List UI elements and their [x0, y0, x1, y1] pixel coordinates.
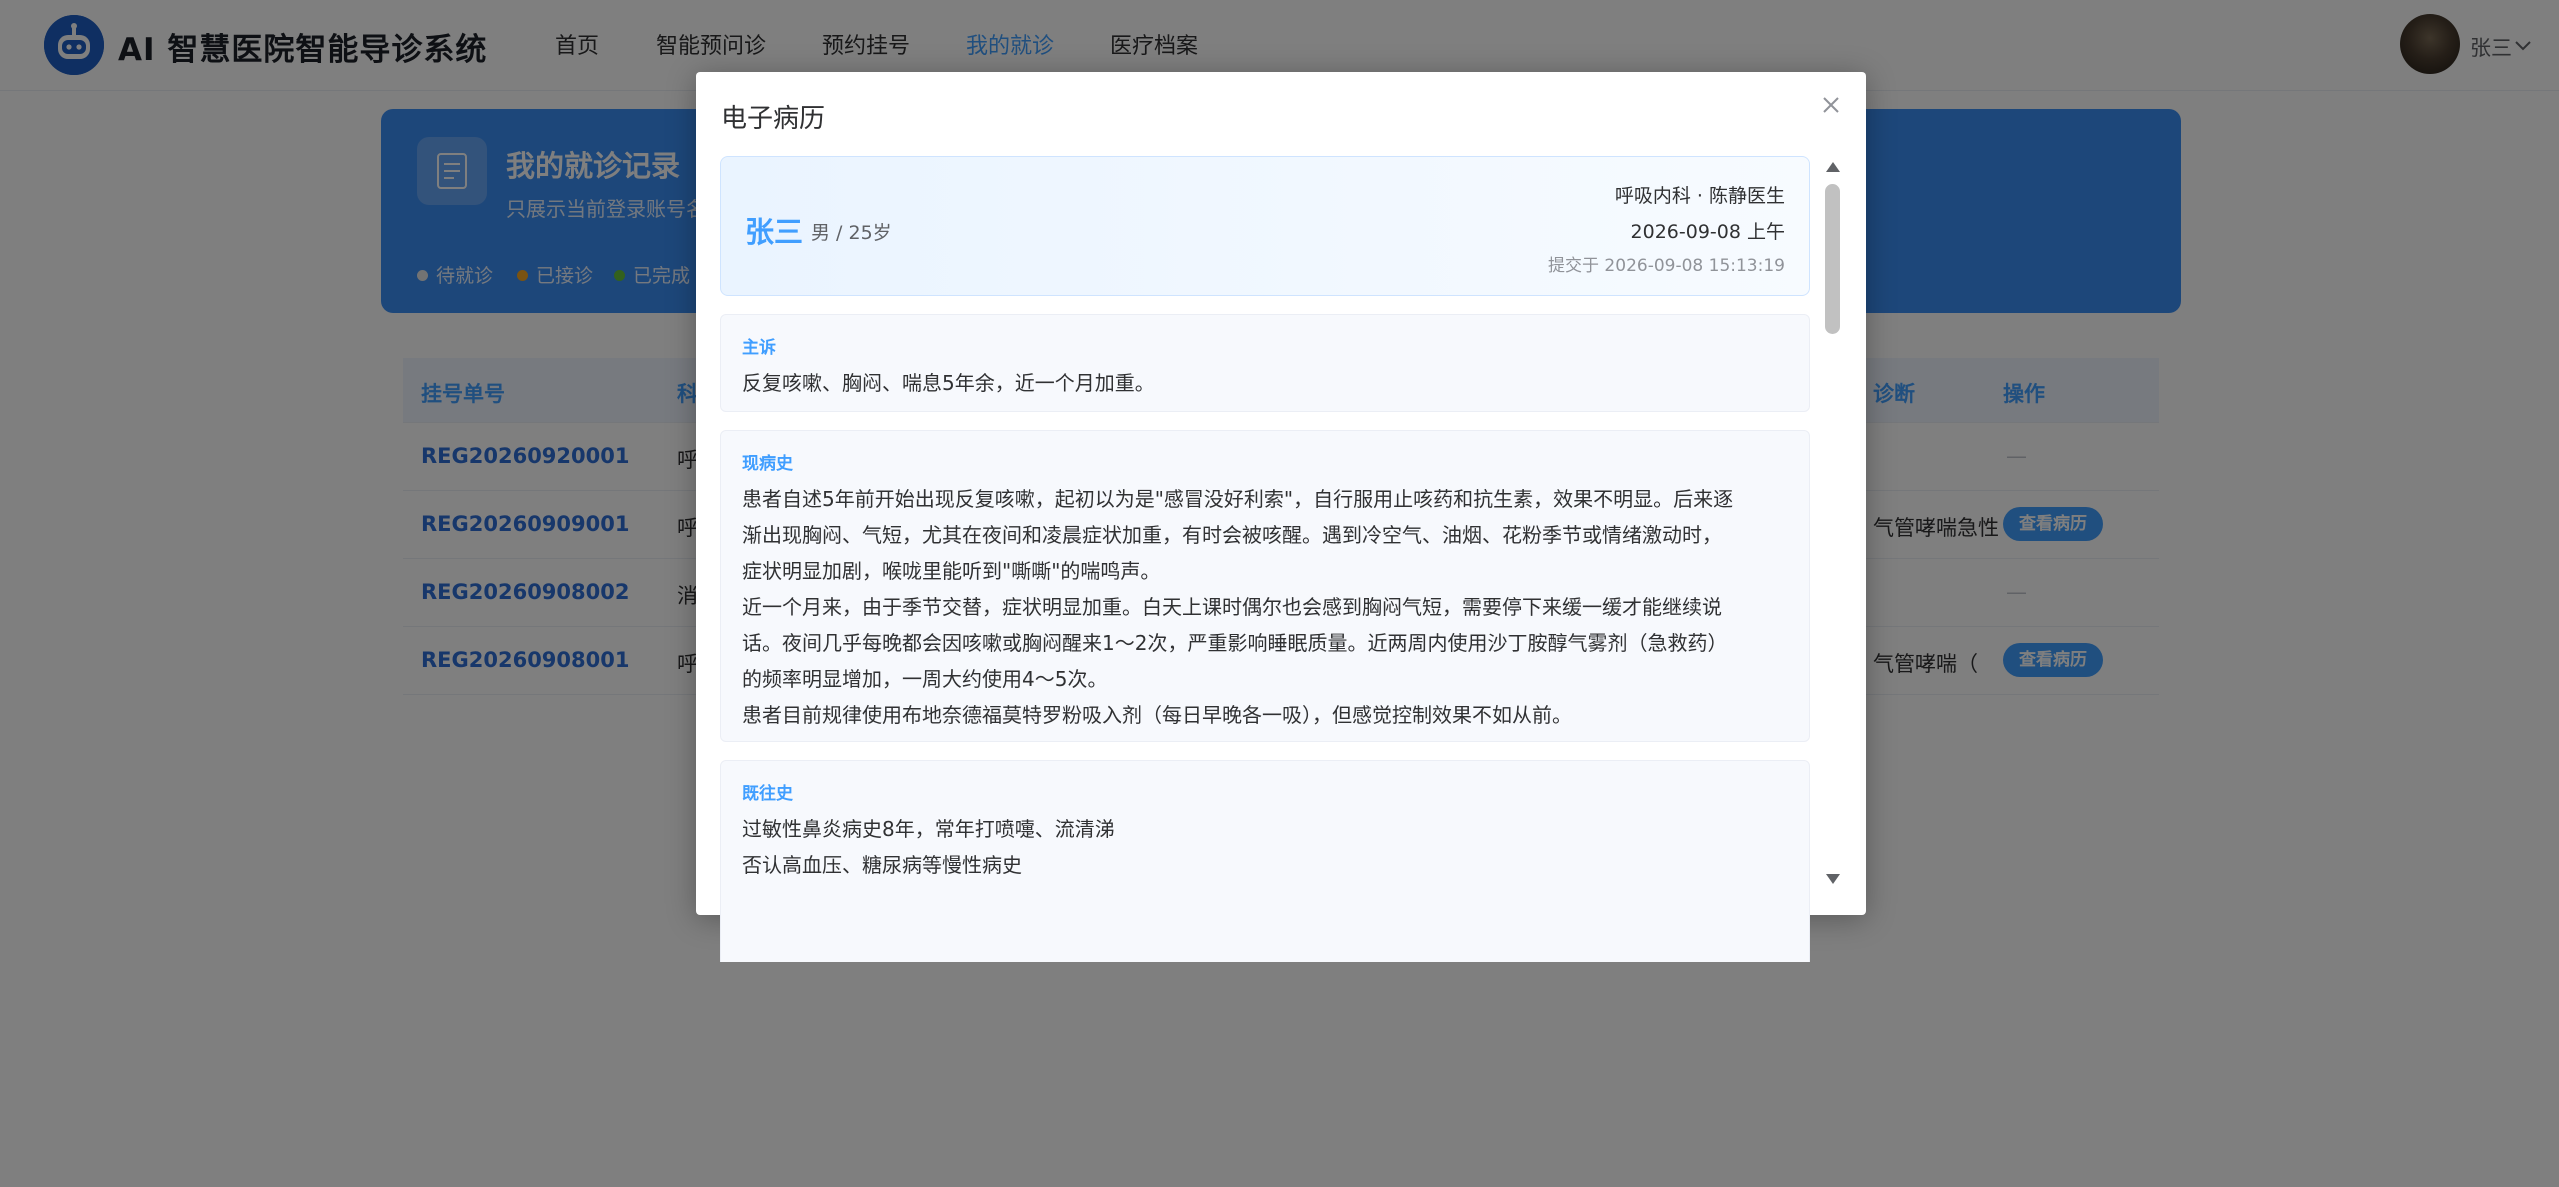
text-line: 反复咳嗽、胸闷、喘息5年余，近一个月加重。 — [742, 371, 1155, 395]
close-icon[interactable] — [1818, 92, 1844, 118]
text-line: 渐出现胸闷、气短，尤其在夜间和凌晨症状加重，有时会被咳醒。遇到冷空气、油烟、花粉… — [742, 523, 1722, 547]
patient-gender-age: 男 / 25岁 — [811, 222, 892, 244]
scrollbar-thumb[interactable] — [1825, 184, 1840, 334]
section-title: 主诉 — [742, 338, 776, 358]
section-content: 过敏性鼻炎病史8年，常年打喷嚏、流清涕 否认高血压、糖尿病等慢性病史 — [742, 811, 1792, 883]
section-content: 反复咳嗽、胸闷、喘息5年余，近一个月加重。 — [742, 365, 1792, 401]
section-present-illness: 现病史 患者自述5年前开始出现反复咳嗽，起初以为是"感冒没好利索"，自行服用止咳… — [720, 430, 1810, 742]
text-line: 症状明显加剧，喉咙里能听到"嘶嘶"的喘鸣声。 — [742, 559, 1161, 583]
text-line: 否认高血压、糖尿病等慢性病史 — [742, 853, 1022, 877]
dialog-body[interactable]: 张三 男 / 25岁 呼吸内科 · 陈静医生 2026-09-08 上午 提交于… — [720, 156, 1810, 962]
text-line: 话。夜间几乎每晚都会因咳嗽或胸闷醒来1～2次，严重影响睡眠质量。近两周内使用沙丁… — [742, 631, 1728, 655]
patient-card: 张三 男 / 25岁 呼吸内科 · 陈静医生 2026-09-08 上午 提交于… — [720, 156, 1810, 296]
scroll-down-arrow-icon[interactable] — [1824, 872, 1842, 886]
submit-time: 提交于 2026-09-08 15:13:19 — [1548, 256, 1785, 276]
text-line: 患者自述5年前开始出现反复咳嗽，起初以为是"感冒没好利索"，自行服用止咳药和抗生… — [742, 487, 1734, 511]
section-title: 现病史 — [742, 454, 793, 474]
visit-date: 2026-09-08 上午 — [1630, 221, 1785, 243]
medical-record-dialog: 电子病历 张三 男 / 25岁 呼吸内科 · 陈静医生 2026-09-08 上… — [696, 72, 1866, 962]
section-title: 既往史 — [742, 784, 793, 804]
text-line: 过敏性鼻炎病史8年，常年打喷嚏、流清涕 — [742, 817, 1115, 841]
dialog-title: 电子病历 — [721, 104, 826, 134]
section-past-history: 既往史 过敏性鼻炎病史8年，常年打喷嚏、流清涕 否认高血压、糖尿病等慢性病史 — [720, 760, 1810, 962]
text-line: 近一个月来，由于季节交替，症状明显加重。白天上课时偶尔也会感到胸闷气短，需要停下… — [742, 595, 1722, 619]
text-line: 患者目前规律使用布地奈德福莫特罗粉吸入剂（每日早晚各一吸），但感觉控制效果不如从… — [742, 703, 1572, 727]
patient-name: 张三 — [745, 215, 804, 249]
scroll-up-arrow-icon[interactable] — [1824, 160, 1842, 174]
section-chief-complaint: 主诉 反复咳嗽、胸闷、喘息5年余，近一个月加重。 — [720, 314, 1810, 412]
dept-doctor: 呼吸内科 · 陈静医生 — [1614, 185, 1785, 207]
text-line: 的频率明显增加，一周大约使用4～5次。 — [742, 667, 1108, 691]
section-content: 患者自述5年前开始出现反复咳嗽，起初以为是"感冒没好利索"，自行服用止咳药和抗生… — [742, 481, 1792, 733]
